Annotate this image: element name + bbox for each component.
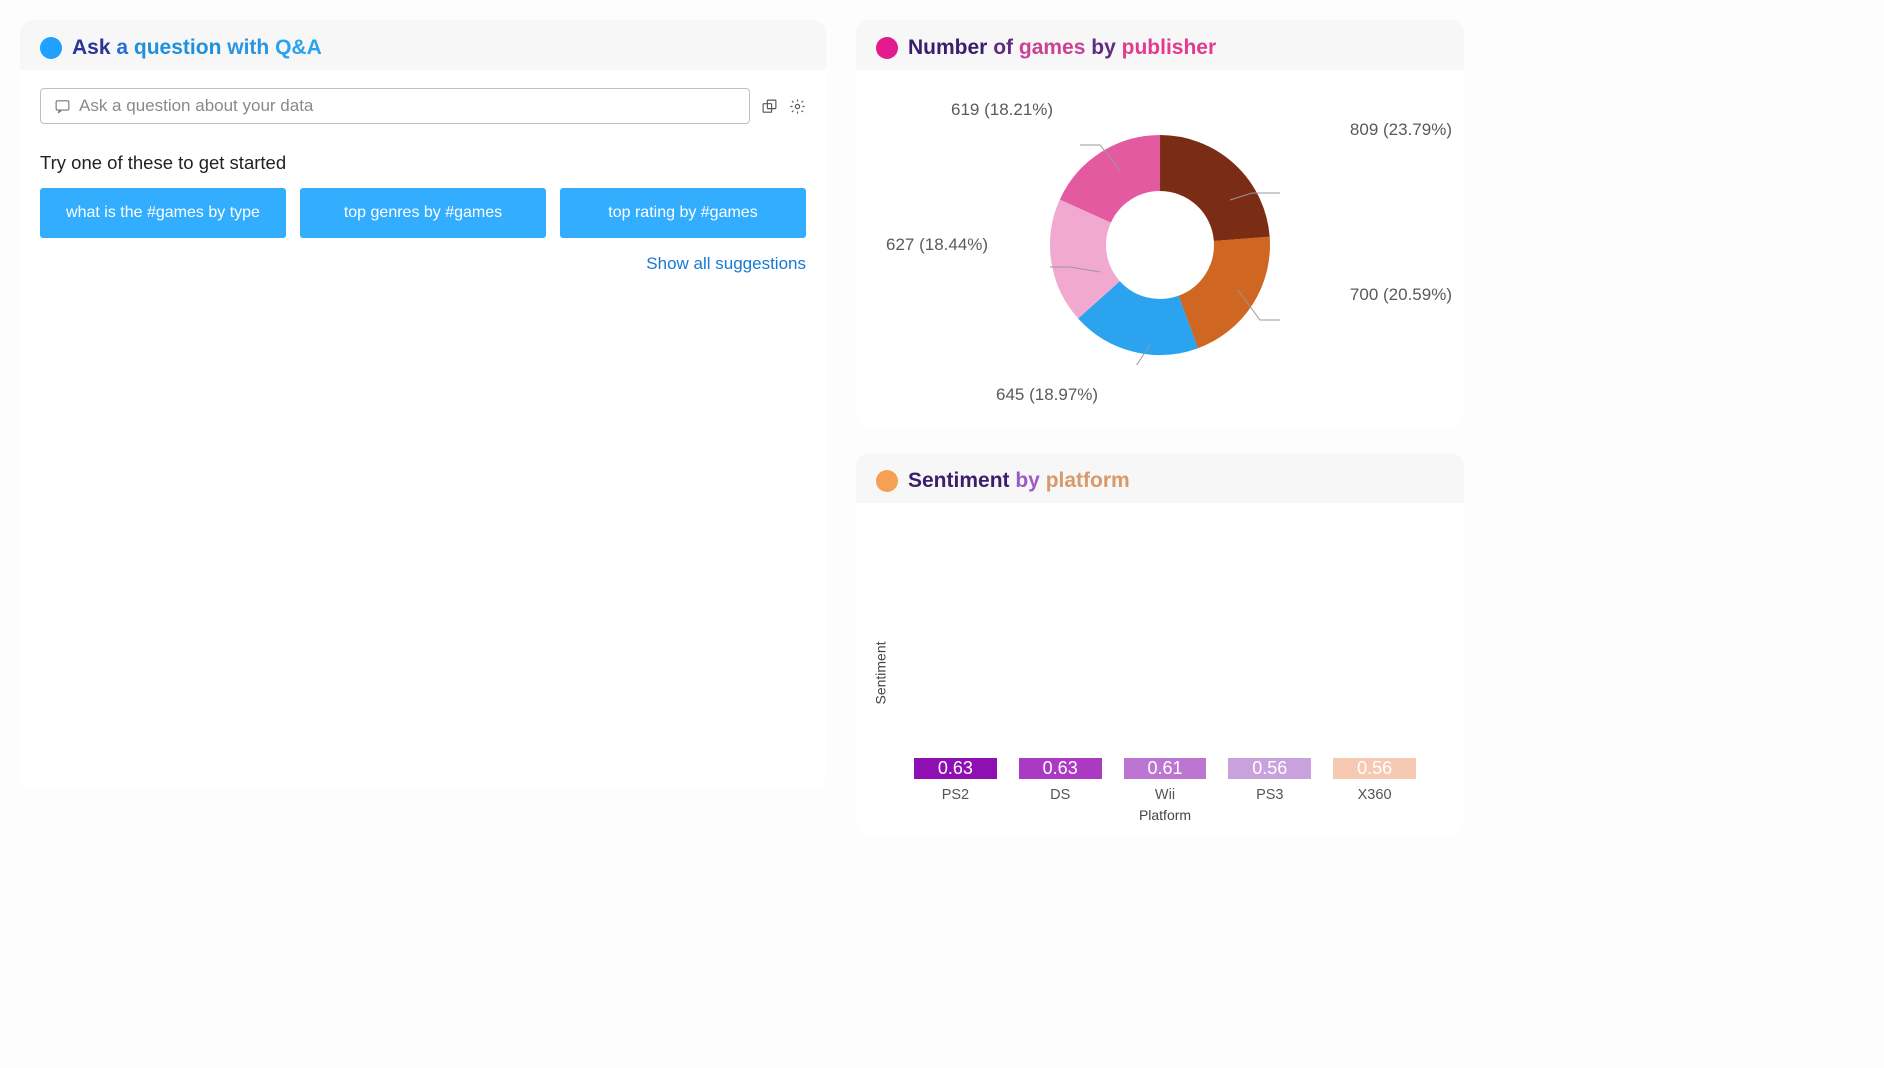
- x-label: PS3: [1228, 787, 1311, 803]
- popout-icon[interactable]: [760, 97, 778, 115]
- donut-chart: 809 (23.79%) 700 (20.59%) 645 (18.97%) 6…: [866, 80, 1454, 410]
- try-text: Try one of these to get started: [40, 152, 806, 174]
- qna-search-box[interactable]: [40, 88, 750, 124]
- donut-card: Number of games by publisher: [856, 20, 1464, 428]
- dot-icon: [40, 37, 62, 59]
- suggestion-button[interactable]: what is the #games by type: [40, 188, 286, 238]
- dot-icon: [876, 37, 898, 59]
- suggestion-button[interactable]: top genres by #games: [300, 188, 546, 238]
- qna-card: Ask a question with Q&A: [20, 20, 826, 790]
- dot-icon: [876, 470, 898, 492]
- bar: 0.63: [914, 758, 997, 779]
- bar-card: Sentiment by platform Sentiment 0.63 0.6…: [856, 453, 1464, 835]
- show-all-link[interactable]: Show all suggestions: [40, 254, 806, 274]
- suggestions: what is the #games by type top genres by…: [40, 188, 806, 238]
- x-label: PS2: [914, 787, 997, 803]
- y-axis-label: Sentiment: [866, 523, 896, 823]
- bar: 0.56: [1228, 758, 1311, 779]
- x-label: X360: [1333, 787, 1416, 803]
- donut-label: 700 (20.59%): [1350, 285, 1452, 305]
- suggestion-button[interactable]: top rating by #games: [560, 188, 806, 238]
- chat-icon: [53, 97, 71, 115]
- gear-icon[interactable]: [788, 97, 806, 115]
- x-label: DS: [1019, 787, 1102, 803]
- bar: 0.56: [1333, 758, 1416, 779]
- x-axis-label: Platform: [896, 807, 1434, 823]
- qna-title: Ask a question with Q&A: [20, 20, 826, 70]
- x-label: Wii: [1124, 787, 1207, 803]
- bar: 0.61: [1124, 758, 1207, 779]
- qna-input[interactable]: [79, 96, 737, 116]
- bar-chart: Sentiment 0.63 0.63 0.61 0.56 0.56 PS2 D…: [866, 513, 1454, 823]
- donut-label: 619 (18.21%): [951, 100, 1053, 120]
- bar-title: Sentiment by platform: [856, 453, 1464, 503]
- donut-title: Number of games by publisher: [856, 20, 1464, 70]
- bar: 0.63: [1019, 758, 1102, 779]
- donut-label: 627 (18.44%): [886, 235, 988, 255]
- donut-label: 809 (23.79%): [1350, 120, 1452, 140]
- donut-label: 645 (18.97%): [996, 385, 1098, 405]
